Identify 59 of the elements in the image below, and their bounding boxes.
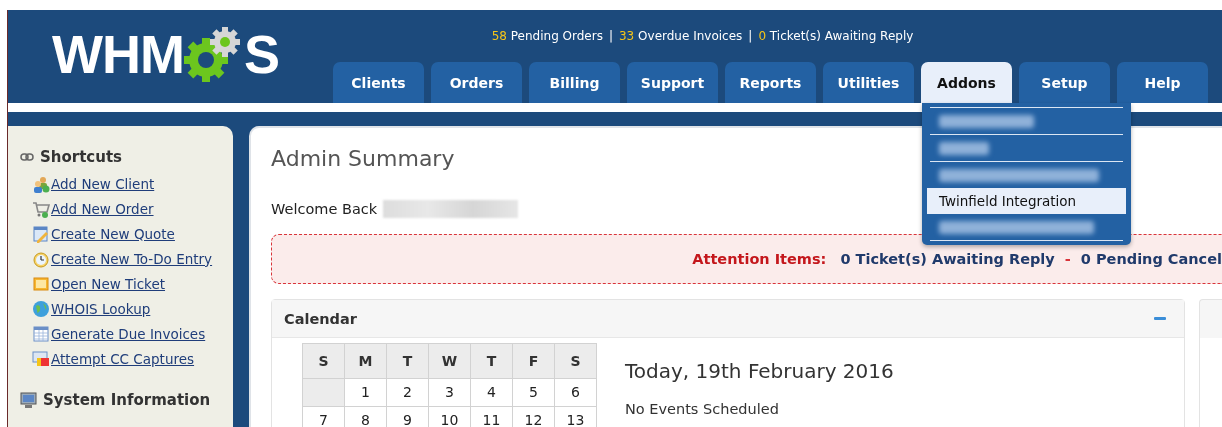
nav-tab[interactable]: Addons — [921, 62, 1012, 103]
minimize-icon[interactable] — [1154, 317, 1166, 320]
nav-tab[interactable]: Billing — [529, 62, 620, 103]
separator: - — [1064, 251, 1071, 267]
users-icon — [32, 174, 50, 193]
shortcut-link[interactable]: Generate Due Invoices — [32, 321, 233, 346]
separator: | — [748, 29, 753, 43]
nav-tab[interactable]: Help — [1117, 62, 1208, 103]
nav-tab[interactable]: Orders — [431, 62, 522, 103]
logo-text: S — [243, 27, 279, 81]
day-cell[interactable]: 7 — [302, 406, 345, 427]
globe-icon — [32, 299, 50, 318]
attention-link[interactable]: 0 Pending Cancel — [1080, 251, 1222, 267]
shortcut-link[interactable]: Attempt CC Captures — [32, 346, 233, 371]
weekday-header: F — [512, 343, 555, 379]
nav-tab[interactable]: Clients — [333, 62, 424, 103]
card-icon — [32, 349, 50, 368]
panel-title: Calendar — [284, 310, 357, 327]
stat-link[interactable]: 58 Pending Orders — [491, 29, 603, 43]
table-icon — [32, 324, 50, 343]
blurred-menu-item[interactable] — [939, 114, 1034, 128]
chain-link-icon — [20, 153, 34, 161]
weekday-header: T — [470, 343, 513, 379]
shortcut-link[interactable]: Create New Quote — [32, 221, 233, 246]
nav-tab[interactable]: Setup — [1019, 62, 1110, 103]
attention-label: Attention Items: — [692, 251, 827, 267]
note-icon — [32, 274, 50, 293]
weekday-header: T — [386, 343, 429, 379]
section-title: System Information — [43, 391, 211, 409]
weekday-header: M — [344, 343, 387, 379]
stat-link[interactable]: 33 Overdue Invoices — [619, 29, 743, 43]
document-pencil-icon — [32, 224, 50, 243]
logo-text: WHM — [52, 27, 184, 81]
stat-link[interactable]: 0 Ticket(s) Awaiting Reply — [758, 29, 914, 43]
blurred-menu-item[interactable] — [939, 168, 1099, 182]
nav-tab[interactable]: Reports — [725, 62, 816, 103]
blurred-menu-item[interactable] — [939, 141, 989, 155]
shortcut-link[interactable]: WHOIS Lookup — [32, 296, 233, 321]
weekday-header: S — [554, 343, 597, 379]
weekday-header: W — [428, 343, 471, 379]
attention-link[interactable]: 0 Ticket(s) Awaiting Reply — [840, 251, 1055, 267]
shortcut-link[interactable]: Open New Ticket — [32, 271, 233, 296]
events-text: No Events Scheduled — [625, 401, 780, 417]
today-heading: Today, 19th February 2016 — [625, 359, 894, 383]
page-title: Admin Summary — [271, 146, 455, 171]
menu-item[interactable]: Twinfield Integration — [927, 188, 1126, 214]
welcome-text: Welcome Back — [271, 201, 378, 217]
nav-tab[interactable]: Utilities — [823, 62, 914, 103]
alarm-clock-icon — [32, 249, 50, 268]
shortcut-link[interactable]: Add New Order — [32, 196, 233, 221]
separator: | — [608, 29, 613, 43]
weekday-header: S — [302, 343, 345, 379]
section-title: Shortcuts — [40, 148, 123, 166]
cart-icon — [32, 199, 50, 218]
shortcut-link[interactable]: Add New Client — [32, 171, 233, 196]
monitor-icon — [20, 391, 37, 409]
nav-tab[interactable]: Support — [627, 62, 718, 103]
shortcut-link[interactable]: Create New To-Do Entry — [32, 246, 233, 271]
blurred-menu-item[interactable] — [939, 220, 1094, 234]
